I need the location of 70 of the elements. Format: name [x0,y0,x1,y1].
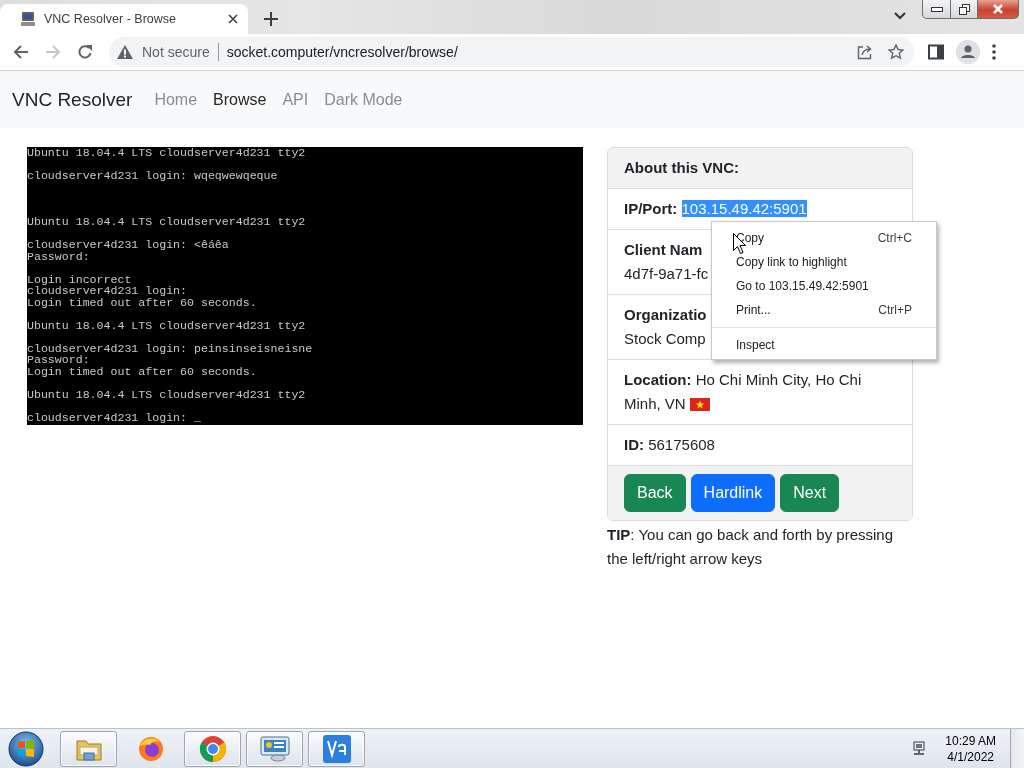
field-value: 4d7f-9a71-fc [624,264,709,284]
app-tile-icon [322,734,351,763]
network-icon[interactable] [911,740,928,757]
terminal-line: Ubuntu 18.04.4 LTS cloudserver4d231 tty2 [27,388,306,400]
terminal-line: cloudserver4d231 login: peinsinseisneisne [27,342,313,354]
close-icon[interactable] [228,14,238,24]
close-icon [992,4,1004,14]
back-arrow-icon[interactable] [13,44,29,60]
minimize-icon [930,6,943,12]
terminal-line: Login timed out after 60 seconds. [27,296,257,308]
menu-item[interactable]: Go to 103.15.49.42:5901 [712,274,936,298]
menu-item[interactable]: Copy link to highlight [712,250,936,274]
reload-icon[interactable] [77,44,93,60]
star-icon[interactable] [888,44,904,60]
share-icon[interactable] [857,44,873,60]
restore-icon [958,3,970,15]
terminal-line: cloudserver4d231 login: _ [27,411,201,423]
field-label: IP/Port: [624,200,678,217]
taskbar-button[interactable] [246,730,303,767]
clock-date: 4/1/2022 [947,748,994,765]
action-button[interactable]: Back [624,474,686,512]
terminal-line: Password: [27,250,90,262]
field-label: Client Nam [624,240,703,260]
terminal-line: cloudserver4d231 login: wqeqwewqeque [27,170,278,182]
address-bar[interactable]: Not secure socket.computer/vncresolver/browse/ [109,37,914,67]
monitor-icon [259,735,290,762]
terminal-line: Login timed out after 60 seconds. [27,365,257,377]
action-button[interactable]: Next [780,474,840,512]
field-value: Stock Comp [624,329,706,349]
terminal-line: Ubuntu 18.04.4 LTS cloudserver4d231 tty2 [27,216,306,228]
field-value: 103.15.49.42:5901 [681,200,807,217]
field-text: Location: Ho Chi Minh City, Ho Chi [624,371,862,388]
warning-icon[interactable] [117,45,133,59]
nav-link[interactable]: Browse [205,90,275,109]
menu-item[interactable]: Print... Ctrl+P [712,298,936,322]
taskbar-button[interactable] [308,730,365,767]
avatar-icon[interactable] [956,40,980,64]
tricolor-ring-icon [198,734,227,763]
field-text: ID: 56175608 [624,436,715,453]
restore-button[interactable] [951,0,978,19]
card-title: About this VNC: [608,148,912,189]
chevron-down-icon[interactable] [894,12,906,20]
shortcut-label: Ctrl+P [878,303,912,317]
terminal-line: Ubuntu 18.04.4 LTS cloudserver4d231 tty2 [27,147,306,159]
clock-time: 10:29 AM [945,732,996,749]
field-text: Minh, VN [624,395,686,412]
brand-title[interactable]: VNC Resolver [12,88,133,111]
security-label[interactable]: Not secure [142,44,210,60]
shortcut-label: Ctrl+C [877,231,912,245]
computer-icon [20,11,36,27]
taskbar-button[interactable] [60,730,117,767]
menu-item[interactable]: Inspect [712,333,936,357]
start-orb-icon [8,730,44,767]
url-text[interactable]: socket.computer/vncresolver/browse/ [226,44,458,60]
menu-icon[interactable] [992,44,996,60]
minimize-button[interactable] [922,0,951,19]
terminal-line: Ubuntu 18.04.4 LTS cloudserver4d231 tty2 [27,319,306,331]
field-label: Organizatio [624,305,707,325]
action-button[interactable]: Hardlink [690,474,776,512]
terminal-line: cloudserver4d231 login: <êáêa [27,239,229,251]
terminal-line: Login incorrect [27,273,132,285]
tip-text: TIP: You can go back and forth by pressing the left/right arrow keys [607,525,895,569]
taskbar-button[interactable] [184,730,241,767]
side-panel-icon[interactable] [928,44,944,60]
terminal-line: Password: [27,354,90,366]
close-window-button[interactable] [978,0,1019,19]
plus-icon[interactable] [264,12,278,26]
terminal-line: cloudserver4d231 login: [27,285,188,297]
fox-globe-icon [137,735,164,762]
browser-tab[interactable]: VNC Resolver - Browse [0,4,248,34]
